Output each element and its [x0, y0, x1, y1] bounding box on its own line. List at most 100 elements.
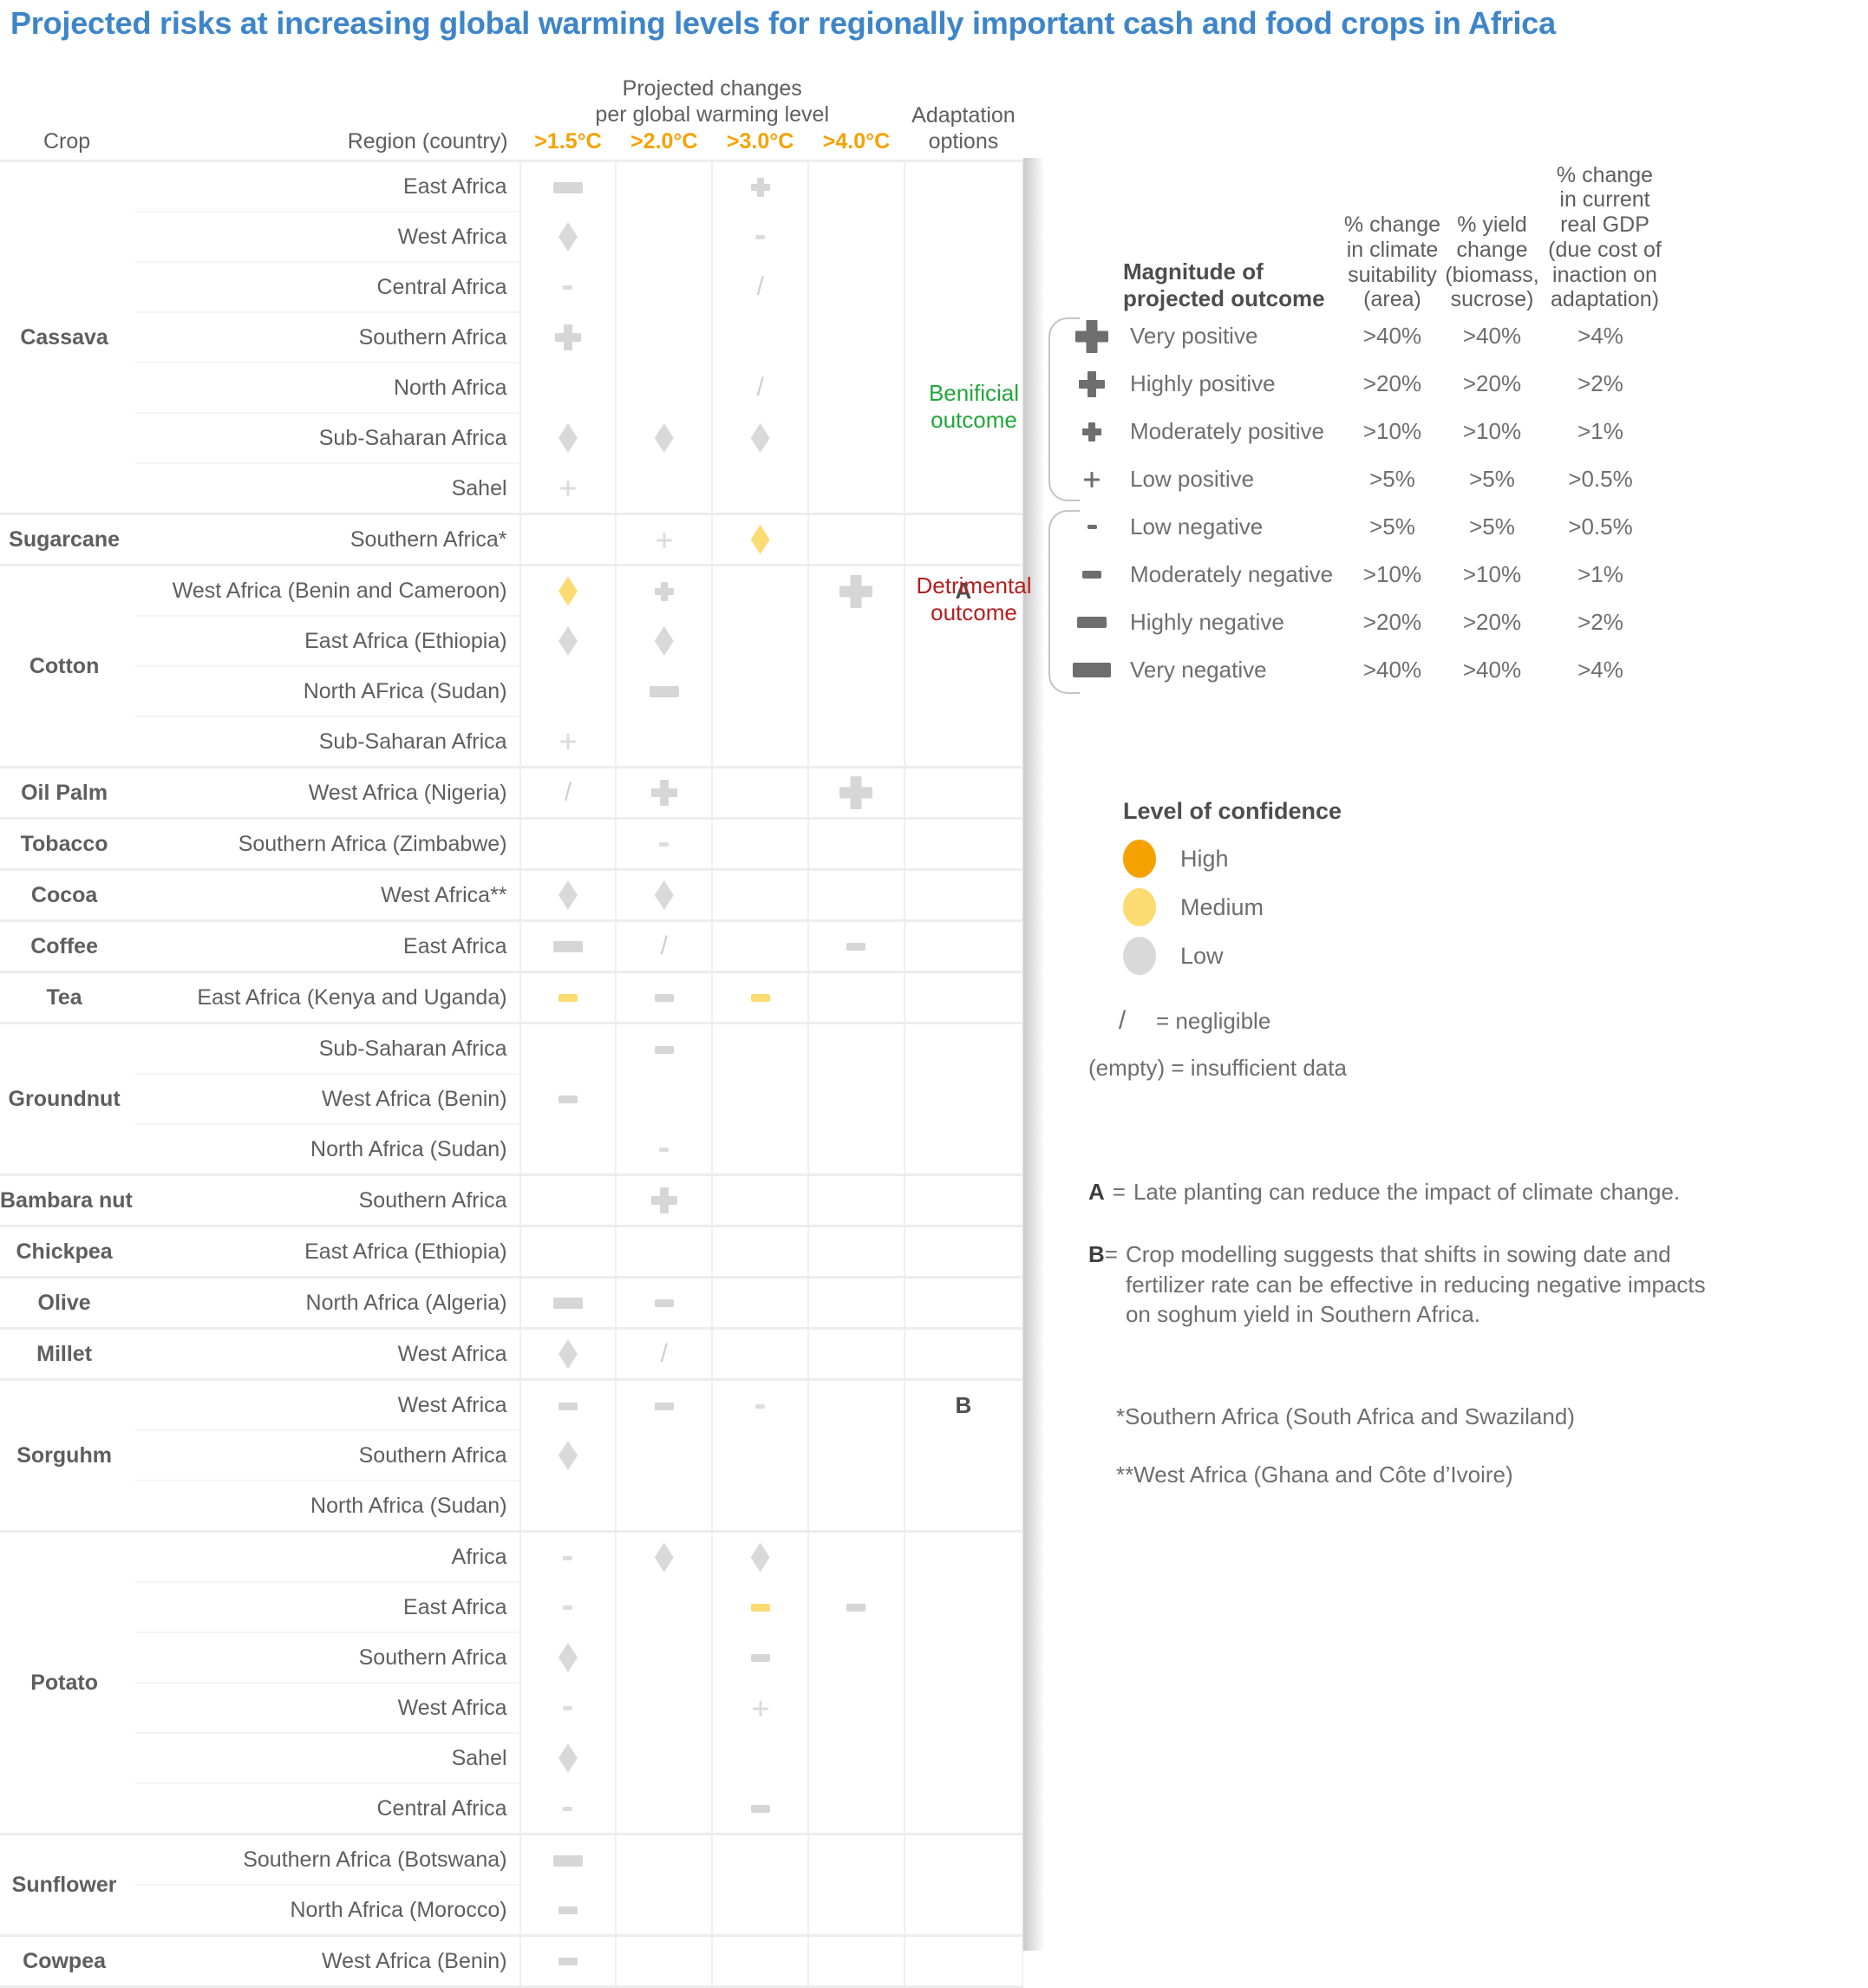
gwl-cell [807, 1833, 905, 1885]
region-cell: North Africa (Morocco) [135, 1884, 520, 1936]
gwl-cell [615, 212, 714, 262]
gwl-cell [711, 817, 810, 870]
legend-row: Very negative >40% >40% >4% [1054, 646, 1860, 694]
footnote-a-sep: = [1112, 1179, 1126, 1205]
table-row: Sugarcane Southern Africa* [0, 513, 1024, 566]
adaptation-cell [903, 1174, 1024, 1226]
symbol-negligible: / [660, 1339, 668, 1369]
detrimental-outcome-label: Detrimental outcome [905, 572, 1043, 626]
crop-name-cell: Cassava [0, 160, 136, 514]
gwl-cell [807, 413, 905, 463]
confidence-dot-icon [1123, 840, 1156, 878]
confidence-label: Medium [1180, 893, 1264, 920]
gwl-cell [711, 1430, 810, 1481]
gwl-cell [519, 1582, 617, 1632]
legend-magnitude-rows: Benificial outcome Detrimental outcome V… [917, 312, 1860, 694]
gwl-cell [807, 564, 905, 616]
symbol-notes: / = negligible (empty) = insufficient da… [1054, 1006, 1860, 1082]
adaptation-cell [903, 919, 1024, 972]
table-row: Sorguhm West Africa B [0, 1378, 1024, 1532]
region-cell: North Africa (Algeria) [135, 1276, 520, 1329]
symbol-very-positive [839, 575, 872, 608]
table-row: West Africa [0, 1682, 1024, 1733]
gwl-cell [615, 1783, 714, 1834]
region-cell: Central Africa [135, 1782, 520, 1834]
symbol-moderately-negative [558, 994, 578, 1003]
gwl-cell [807, 1683, 905, 1733]
beneficial-line2: outcome [931, 407, 1017, 434]
adaptation-cell [903, 1022, 1024, 1074]
footnote-b-text: Crop modelling suggests that shifts in s… [1125, 1241, 1706, 1327]
region-cell: Africa [135, 1530, 520, 1582]
region-cell: Southern Africa [135, 1632, 520, 1683]
gwl-cell [615, 1683, 714, 1733]
symbol-diamond [558, 880, 578, 910]
gwl-cell [807, 766, 905, 819]
legend-row: Highly negative >20% >20% >2% [1054, 598, 1860, 646]
gwl-cell [519, 716, 617, 768]
gwl-cell [711, 1225, 810, 1278]
adaptation-cell [903, 1530, 1024, 1582]
table-row: North Africa (Sudan) [0, 1123, 1024, 1175]
magnitude-title-line1: Magnitude of [1123, 258, 1264, 284]
region-cell: Southern Africa (Botswana) [135, 1833, 520, 1885]
symbol-diamond [558, 1441, 578, 1470]
negligible-note-row: / = negligible [1088, 1006, 1860, 1036]
symbol-low-positive [1084, 472, 1100, 487]
symbol-highly-positive [555, 324, 581, 350]
legend-label: Very negative [1130, 657, 1267, 683]
symbol-moderately-negative [654, 994, 674, 1003]
symbol-highly-positive [651, 780, 677, 806]
region-cell: East Africa (Ethiopia) [135, 1225, 520, 1278]
region-cell: West Africa [135, 1327, 520, 1380]
gwl-cell [519, 1683, 617, 1733]
legend-value-yield: >40% [1462, 323, 1522, 349]
gwl-cell [519, 919, 617, 972]
gwl-cell [615, 766, 714, 819]
gwl-cell [615, 1022, 714, 1074]
symbol-low-negative [659, 842, 669, 847]
symbol-low-negative [563, 1806, 573, 1811]
gwl-cell [711, 463, 810, 514]
gwl-cell [615, 564, 714, 616]
table-row: Sunflower Southern Africa (Botswana) [0, 1833, 1024, 1936]
confidence-dot-icon [1123, 937, 1156, 975]
gwl-cell [807, 1885, 905, 1936]
adaptation-cell [903, 766, 1024, 819]
legend-label: Moderately positive [1130, 418, 1324, 444]
region-cell: West Africa [135, 211, 520, 262]
gwl-cell [615, 1276, 714, 1329]
table-row: Millet West Africa / [0, 1327, 1024, 1380]
gwl-cell [519, 817, 617, 870]
gwl-cell [519, 971, 617, 1023]
gwl-cell [711, 766, 810, 819]
gwl-cell [807, 1783, 905, 1834]
confidence-row: High [1054, 834, 1860, 883]
symbol-diamond [654, 1542, 674, 1573]
legend-value-gdp: >4% [1577, 323, 1623, 349]
gwl-cell [807, 919, 905, 972]
gwl-cell [807, 1582, 905, 1632]
crop-name-cell: Chickpea [0, 1225, 136, 1278]
gwl-cell [519, 868, 617, 921]
legend-value-gdp: >4% [1577, 657, 1623, 683]
gwl-cell [807, 868, 905, 921]
gwl-cell [615, 1378, 714, 1430]
gwl-cell [519, 1783, 617, 1834]
gwl-cell [711, 1530, 810, 1582]
gwl-cell [807, 716, 905, 768]
crop-name-cell: Sunflower [0, 1833, 136, 1936]
gwl-cell [615, 971, 714, 1023]
symbol-highly-negative [552, 181, 583, 193]
symbol-diamond [750, 525, 770, 554]
table-row: West Africa (Benin) [0, 1073, 1024, 1124]
table-row: Southern Africa [0, 311, 1024, 363]
legend-value-yield: >40% [1462, 657, 1522, 683]
symbol-highly-positive [651, 1187, 677, 1213]
symbol-highly-negative [552, 1298, 583, 1310]
symbol-moderately-negative [558, 1958, 578, 1966]
gwl-cell [807, 1530, 905, 1582]
legend-col-line: % yield [1457, 213, 1527, 237]
legend-value-climate: >40% [1362, 657, 1422, 683]
symbol-negligible: / [564, 778, 572, 808]
